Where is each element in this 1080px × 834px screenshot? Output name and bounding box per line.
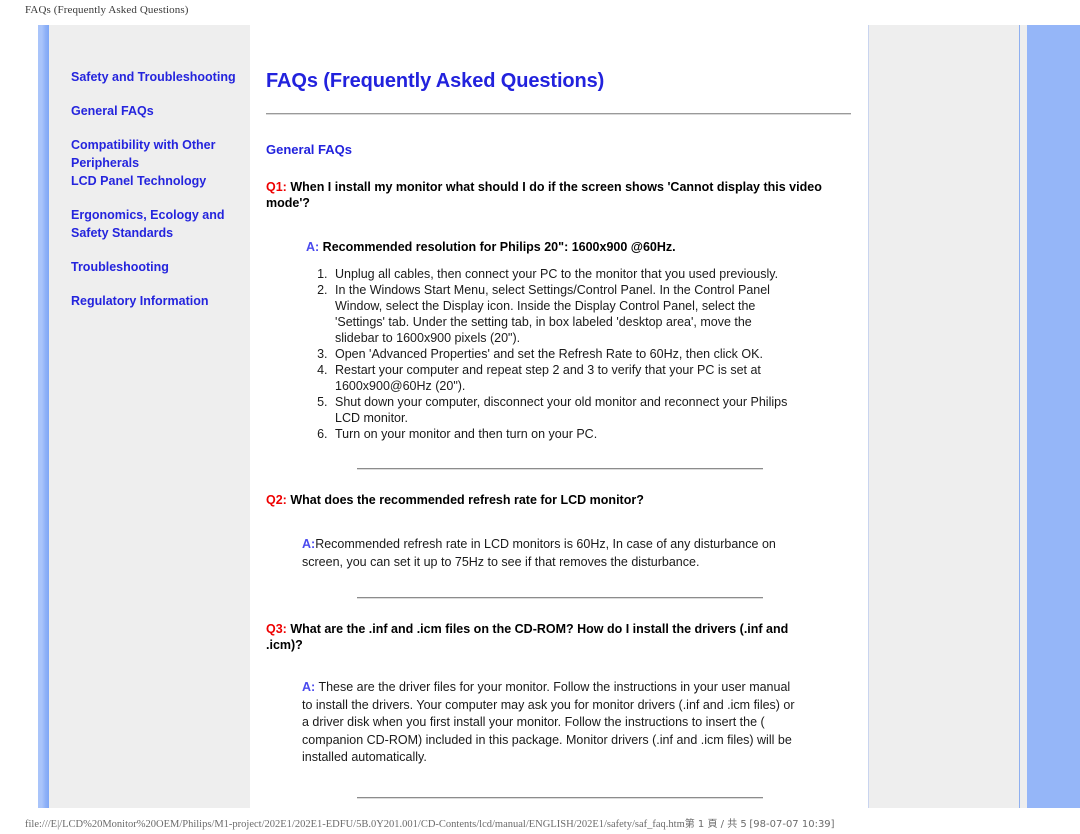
answer-label-1: A: (306, 240, 320, 254)
nav-group-compatibility: Compatibility with Other Peripherals LCD… (71, 136, 243, 190)
faq-divider-2 (357, 597, 763, 599)
page-title: FAQs (Frequently Asked Questions) (266, 70, 605, 92)
question-text-2: What does the recommended refresh rate f… (286, 493, 644, 507)
list-item: In the Windows Start Menu, select Settin… (331, 282, 795, 346)
answer-text-3: These are the driver files for your moni… (302, 680, 795, 764)
sidebar-item-troubleshooting[interactable]: Troubleshooting (71, 258, 243, 276)
right-blue-stripe (1027, 25, 1080, 808)
page-frame: Safety and Troubleshooting General FAQs … (0, 25, 1080, 808)
question-label-3: Q3: (266, 622, 287, 636)
nav-group-general: General FAQs (71, 102, 243, 120)
title-divider (266, 113, 851, 115)
section-title-general-faqs: General FAQs (266, 142, 352, 157)
list-item: Shut down your computer, disconnect your… (331, 394, 795, 426)
question-text-3: What are the .inf and .icm files on the … (266, 622, 789, 652)
nav-group-regulatory: Regulatory Information (71, 292, 243, 310)
faq-question-3: Q3: What are the .inf and .icm files on … (266, 621, 826, 653)
faq-question-2: Q2: What does the recommended refresh ra… (266, 492, 826, 508)
answer-label-3: A: (302, 680, 316, 694)
faq-divider-3 (357, 796, 763, 799)
list-item: Restart your computer and repeat step 2 … (331, 362, 795, 394)
question-label-1: Q1: (266, 180, 287, 194)
faq-1-steps-list: Unplug all cables, then connect your PC … (266, 266, 852, 442)
faq-answer-3: A: These are the driver files for your m… (302, 679, 802, 767)
answer-label-2: A: (302, 537, 316, 551)
print-header: FAQs (Frequently Asked Questions) (25, 4, 189, 16)
question-text-1: When I install my monitor what should I … (266, 180, 822, 210)
print-footer: file:///E|/LCD%20Monitor%20OEM/Philips/M… (25, 815, 835, 830)
footer-timestamp: [98-07-07 10:39] (749, 819, 835, 830)
faq-question-1: Q1: When I install my monitor what shoul… (266, 179, 826, 211)
list-item: Open 'Advanced Properties' and set the R… (331, 346, 795, 362)
nav-group-ergonomics: Ergonomics, Ecology and Safety Standards (71, 206, 243, 242)
sidebar-item-compatibility-with-other-peripherals[interactable]: Compatibility with Other Peripherals (71, 136, 243, 172)
right-gray-band-edge (1019, 25, 1027, 808)
sidebar-item-general-faqs[interactable]: General FAQs (71, 102, 243, 120)
faq-answer-1: A: Recommended resolution for Philips 20… (306, 239, 826, 256)
answer-text-2: Recommended refresh rate in LCD monitors… (302, 537, 776, 569)
list-item: Turn on your monitor and then turn on yo… (331, 426, 795, 442)
footer-page-number: 第 1 頁 / 共 5 (684, 819, 747, 830)
nav-group-troubleshooting: Troubleshooting (71, 258, 243, 276)
nav-group-safety: Safety and Troubleshooting (71, 68, 243, 86)
right-gray-band (868, 25, 1020, 808)
list-item: Unplug all cables, then connect your PC … (331, 266, 795, 282)
sidebar-nav: Safety and Troubleshooting General FAQs … (71, 68, 243, 326)
sidebar-item-regulatory-information[interactable]: Regulatory Information (71, 292, 243, 310)
sidebar-item-lcd-panel-technology[interactable]: LCD Panel Technology (71, 172, 243, 190)
sidebar: Safety and Troubleshooting General FAQs … (38, 25, 250, 808)
sidebar-item-safety-and-troubleshooting[interactable]: Safety and Troubleshooting (71, 68, 243, 86)
faq-divider-1 (357, 468, 763, 470)
main-content: FAQs (Frequently Asked Questions) Genera… (266, 25, 852, 799)
answer-text-1: Recommended resolution for Philips 20": … (319, 240, 676, 254)
faq-answer-2: A:Recommended refresh rate in LCD monito… (302, 536, 802, 571)
question-label-2: Q2: (266, 493, 287, 507)
sidebar-item-ergonomics-ecology-and-safety-standards[interactable]: Ergonomics, Ecology and Safety Standards (71, 206, 243, 242)
footer-file-path: file:///E|/LCD%20Monitor%20OEM/Philips/M… (25, 819, 685, 830)
sidebar-blue-stripe (38, 25, 49, 808)
